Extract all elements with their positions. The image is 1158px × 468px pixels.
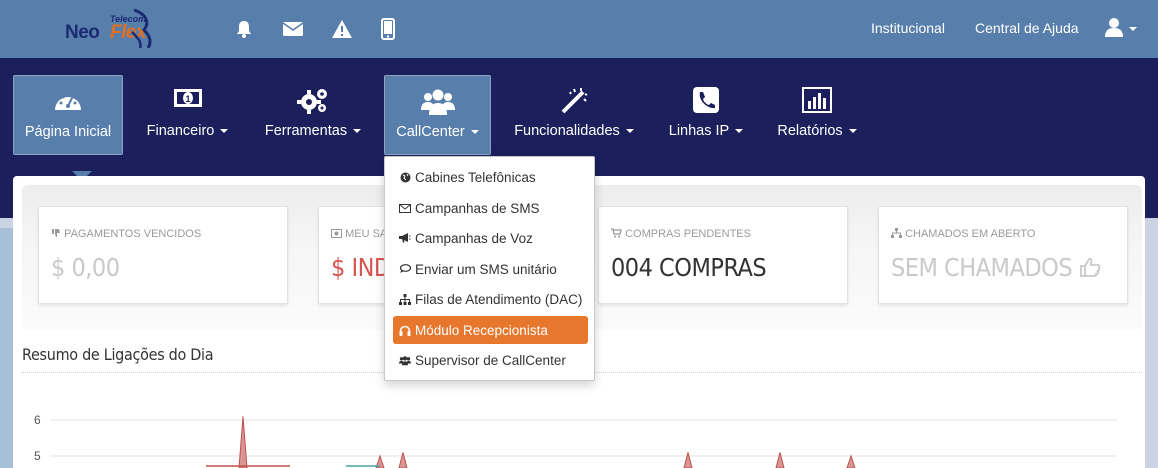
nav-label: Página Inicial: [24, 124, 112, 140]
card-chamados-em-aberto: CHAMADOS EM ABERTO SEM CHAMADOS: [878, 206, 1128, 304]
nav-linhas-ip[interactable]: Linhas IP: [664, 75, 748, 155]
callcenter-dropdown-menu: Cabines Telefônicas Campanhas de SMS Cam…: [384, 156, 595, 381]
nav-label: Relatórios: [777, 123, 843, 139]
nav-pagina-inicial[interactable]: Página Inicial: [13, 75, 123, 181]
menu-item-filas-de-atendimento[interactable]: Filas de Atendimento (DAC): [393, 285, 588, 313]
nav-financeiro[interactable]: 1 Financeiro: [140, 75, 235, 155]
phone-icon: [693, 87, 719, 113]
card-value-text: SEM CHAMADOS: [891, 253, 1073, 282]
card-title: MEU SA: [345, 228, 388, 240]
card-title: COMPRAS PENDENTES: [625, 228, 751, 240]
menu-item-campanhas-de-sms[interactable]: Campanhas de SMS: [393, 194, 588, 222]
gears-icon: [297, 89, 327, 114]
neoflex-logo[interactable]: Telecom Neo Flex: [62, 8, 157, 50]
chart-peak: [683, 452, 693, 468]
nav-label: CallCenter: [396, 124, 465, 140]
top-bar: Telecom Neo Flex Institucional Central d…: [0, 0, 1158, 58]
dashboard-icon: [55, 93, 81, 110]
thumbs-down-icon: [52, 229, 60, 237]
menu-item-label: Enviar um SMS unitário: [415, 261, 557, 277]
caret-down-icon: [848, 129, 857, 134]
menu-item-label: Supervisor de CallCenter: [415, 352, 566, 368]
card-compras-pendentes: COMPRAS PENDENTES 004 COMPRAS: [598, 206, 848, 304]
menu-item-supervisor-de-callcenter[interactable]: Supervisor de CallCenter: [393, 346, 588, 374]
caret-down-icon: [735, 129, 744, 134]
headphones-icon: [399, 325, 411, 336]
users-icon: [420, 89, 455, 115]
warning-icon[interactable]: [330, 17, 354, 41]
link-institucional[interactable]: Institucional: [871, 20, 945, 36]
magic-wand-icon: [561, 88, 588, 114]
svg-text:1: 1: [185, 94, 190, 104]
bar-chart-icon: [802, 87, 832, 113]
chart-peak: [846, 454, 856, 468]
money-icon: 1: [173, 89, 202, 107]
nav-ferramentas[interactable]: Ferramentas: [258, 75, 368, 155]
caret-down-icon: [470, 130, 479, 135]
menu-item-modulo-recepcionista[interactable]: Módulo Recepcionista: [393, 316, 588, 344]
users-icon: [399, 355, 411, 365]
bell-icon[interactable]: [232, 17, 256, 41]
card-title: CHAMADOS EM ABERTO: [905, 228, 1036, 240]
nav-callcenter[interactable]: CallCenter: [384, 75, 491, 155]
mobile-icon[interactable]: [376, 17, 400, 41]
caret-down-icon: [220, 129, 229, 134]
menu-item-campanhas-de-voz[interactable]: Campanhas de Voz: [393, 224, 588, 252]
logo-part-neo: Neo: [65, 22, 100, 43]
left-edge: [0, 228, 13, 468]
envelope-icon: [399, 203, 411, 213]
comment-icon: [399, 264, 411, 273]
nav-label: Linhas IP: [668, 123, 730, 139]
menu-item-cabines-telefonicas[interactable]: Cabines Telefônicas: [393, 163, 588, 191]
card-pagamentos-vencidos: PAGAMENTOS VENCIDOS $ 0,00: [38, 206, 288, 304]
menu-item-label: Cabines Telefônicas: [415, 169, 536, 185]
card-value: SEM CHAMADOS: [891, 253, 1101, 282]
nav-funcionalidades[interactable]: Funcionalidades: [510, 75, 638, 155]
chart-y-tick-label: 6: [34, 413, 41, 427]
menu-item-label: Filas de Atendimento (DAC): [415, 291, 583, 307]
caret-down-icon: [625, 129, 634, 134]
menu-item-label: Campanhas de Voz: [415, 230, 533, 246]
cart-icon: [611, 228, 622, 238]
link-central-de-ajuda[interactable]: Central de Ajuda: [975, 20, 1079, 36]
globe-icon: [400, 172, 410, 182]
nav-label: Financeiro: [146, 123, 215, 139]
card-value: 004 COMPRAS: [611, 253, 767, 282]
caret-down-icon: [353, 129, 362, 134]
chart-peak: [238, 416, 248, 468]
menu-item-label: Módulo Recepcionista: [415, 322, 548, 338]
nav-label: Funcionalidades: [514, 123, 620, 139]
envelope-icon[interactable]: [281, 17, 305, 41]
menu-item-label: Campanhas de SMS: [415, 200, 540, 216]
card-title: PAGAMENTOS VENCIDOS: [64, 228, 202, 240]
sitemap-icon: [891, 228, 902, 238]
chart-grid: 65: [34, 413, 1117, 463]
chart-y-tick-label: 5: [34, 449, 41, 463]
thumbs-up-icon: [1079, 257, 1101, 277]
user-menu[interactable]: [1104, 15, 1144, 41]
chart-peak: [398, 452, 408, 468]
sitemap-icon: [399, 293, 411, 305]
card-value: $ 0,00: [51, 253, 120, 282]
chart-series: [206, 416, 856, 468]
money-icon: [331, 229, 342, 238]
user-icon: [1105, 18, 1137, 37]
nav-relatorios[interactable]: Relatórios: [772, 75, 862, 155]
logo-swoosh-icon: [131, 8, 152, 48]
bullhorn-icon: [399, 233, 411, 243]
nav-label: Ferramentas: [264, 123, 348, 139]
section-title: Resumo de Ligações do Dia: [22, 345, 214, 364]
calls-chart: 65: [34, 413, 1117, 468]
chart-peak: [775, 452, 785, 468]
menu-item-enviar-sms-unitario[interactable]: Enviar um SMS unitário: [393, 255, 588, 283]
